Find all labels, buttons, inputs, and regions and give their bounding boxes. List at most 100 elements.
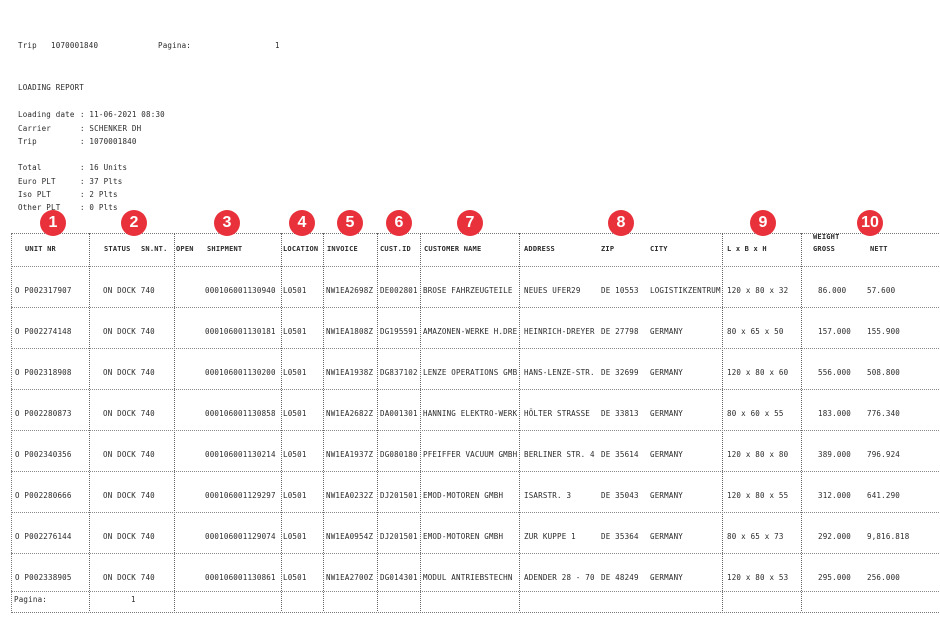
badge-3: 3 [214, 210, 240, 236]
column-divider [377, 233, 378, 611]
field-label: Euro PLT [18, 177, 56, 186]
col-status: STATUS [104, 245, 131, 253]
column-divider [722, 233, 723, 611]
nett-cell: 155.900 [867, 327, 901, 336]
row-divider [11, 348, 939, 349]
col-nett: NETT [870, 245, 888, 253]
cust-id-cell: DE002801 [380, 286, 418, 295]
carrier-row: Carrier: SCHENKER DH [18, 124, 141, 133]
gross-cell: 86.000 [818, 286, 847, 295]
zip-cell: DE 48249 [601, 573, 639, 582]
unit-nr-cell: O P002280666 [15, 491, 72, 500]
page-number: 1 [275, 41, 280, 50]
col-sn-nt: SN.NT. [141, 245, 168, 253]
zip-cell: DE 35043 [601, 491, 639, 500]
gross-cell: 292.000 [818, 532, 852, 541]
row-divider [11, 266, 939, 267]
cust-id-cell: DJ201501 [380, 532, 418, 541]
gross-cell: 157.000 [818, 327, 852, 336]
footer-pagina-value: 1 [131, 595, 136, 604]
field-value: : 37 Plts [80, 177, 123, 186]
dims-cell: 80 x 65 x 73 [727, 532, 784, 541]
zip-cell: DE 33813 [601, 409, 639, 418]
invoice-cell: NW1EA2700Z [326, 573, 374, 582]
field-value: : 0 Plts [80, 203, 118, 212]
shipment-cell: 000106001130940 [205, 286, 276, 295]
badge-5: 5 [337, 210, 363, 236]
shipment-cell: 000106001130861 [205, 573, 276, 582]
zip-cell: DE 32699 [601, 368, 639, 377]
col-weight: WEIGHT [813, 233, 840, 241]
zip-cell: DE 27798 [601, 327, 639, 336]
trip-label: Trip [18, 41, 37, 50]
shipment-cell: 000106001130214 [205, 450, 276, 459]
badge-6: 6 [386, 210, 412, 236]
field-value: : 11-06-2021 08:30 [80, 110, 165, 119]
address-cell: HÖLTER STRASSE [524, 409, 591, 418]
col-dims: L x B x H [727, 245, 767, 253]
city-cell: GERMANY [650, 532, 684, 541]
customer-name-cell: HANNING ELEKTRO-WERK [423, 409, 518, 418]
location-cell: L0501 [283, 573, 307, 582]
col-cust-id: CUST.ID [380, 245, 411, 253]
address-cell: HEINRICH-DREYER [524, 327, 595, 336]
col-open: OPEN [176, 245, 194, 253]
total-row: Total: 16 Units [18, 163, 127, 172]
gross-cell: 295.000 [818, 573, 852, 582]
zip-cell: DE 10553 [601, 286, 639, 295]
badge-1: 1 [40, 210, 66, 236]
nett-cell: 776.340 [867, 409, 901, 418]
status-cell: ON DOCK 740 [103, 491, 155, 500]
location-cell: L0501 [283, 368, 307, 377]
trip-line: Trip 1070001840 [18, 41, 98, 50]
status-cell: ON DOCK 740 [103, 327, 155, 336]
col-unit-nr: UNIT NR [25, 245, 56, 253]
location-cell: L0501 [283, 450, 307, 459]
cust-id-cell: DG837102 [380, 368, 418, 377]
badge-4: 4 [289, 210, 315, 236]
gross-cell: 389.000 [818, 450, 852, 459]
field-label: Trip [18, 137, 37, 146]
customer-name-cell: EMOD-MOTOREN GMBH [423, 532, 504, 541]
row-divider [11, 430, 939, 431]
column-divider [89, 233, 90, 611]
col-location: LOCATION [283, 245, 319, 253]
column-divider [174, 233, 175, 611]
gross-cell: 556.000 [818, 368, 852, 377]
unit-nr-cell: O P002317907 [15, 286, 72, 295]
row-divider [11, 471, 939, 472]
col-invoice: INVOICE [327, 245, 358, 253]
gross-cell: 312.000 [818, 491, 852, 500]
badge-9: 9 [750, 210, 776, 236]
cust-id-cell: DG014301 [380, 573, 418, 582]
field-value: : SCHENKER DH [80, 124, 142, 133]
customer-name-cell: AMAZONEN-WERKE H.DRE [423, 327, 518, 336]
badge-8: 8 [608, 210, 634, 236]
status-cell: ON DOCK 740 [103, 409, 155, 418]
address-cell: ADENDER 28 - 70 [524, 573, 595, 582]
status-cell: ON DOCK 740 [103, 368, 155, 377]
customer-name-cell: EMOD-MOTOREN GMBH [423, 491, 504, 500]
dims-cell: 120 x 80 x 60 [727, 368, 789, 377]
col-zip: ZIP [601, 245, 615, 253]
invoice-cell: NW1EA1937Z [326, 450, 374, 459]
city-cell: GERMANY [650, 409, 684, 418]
nett-cell: 9,816.818 [867, 532, 910, 541]
col-shipment: SHIPMENT [207, 245, 243, 253]
nett-cell: 796.924 [867, 450, 901, 459]
dims-cell: 120 x 80 x 53 [727, 573, 789, 582]
column-divider [801, 233, 802, 611]
pagina-label: Pagina: [158, 41, 192, 50]
customer-name-cell: PFEIFFER VACUUM GMBH [423, 450, 518, 459]
invoice-cell: NW1EA0232Z [326, 491, 374, 500]
column-divider [420, 233, 421, 611]
row-divider [11, 591, 939, 592]
column-divider [281, 233, 282, 611]
shipment-cell: 000106001129074 [205, 532, 276, 541]
invoice-cell: NW1EA2698Z [326, 286, 374, 295]
status-cell: ON DOCK 740 [103, 450, 155, 459]
address-cell: ZUR KUPPE 1 [524, 532, 576, 541]
nett-cell: 508.800 [867, 368, 901, 377]
customer-name-cell: LENZE OPERATIONS GMB [423, 368, 518, 377]
dims-cell: 120 x 80 x 32 [727, 286, 789, 295]
